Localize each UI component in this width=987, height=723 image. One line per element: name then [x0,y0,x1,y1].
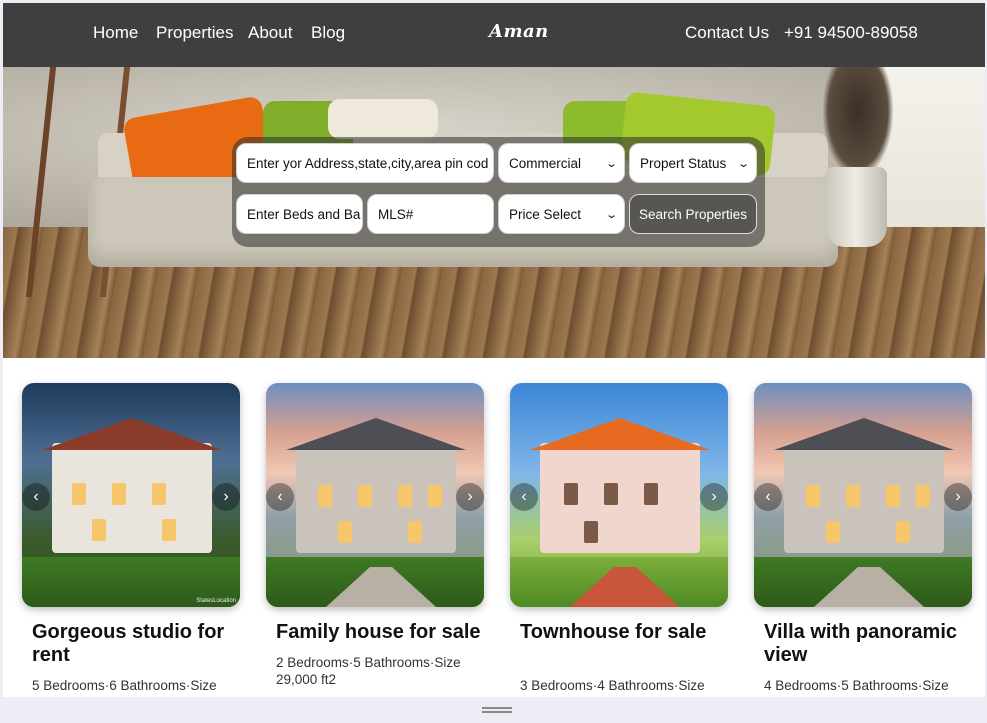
nav-phone-link[interactable]: +91 94500-89058 [784,23,918,43]
window [398,485,412,507]
listing-card[interactable]: ‹ › Family house for sale 2 Bedrooms·5 B… [266,383,484,688]
window [338,521,352,543]
chevron-right-icon[interactable]: › [212,483,240,511]
chevron-left-icon[interactable]: ‹ [754,483,782,511]
window [916,485,930,507]
nav-blog-link[interactable]: Blog [311,23,345,43]
chevron-left-icon[interactable]: ‹ [22,483,50,511]
plant-pot [825,167,887,247]
beds-baths-input[interactable]: Enter Beds and Ba [236,194,363,234]
property-status-value: Propert Status [640,155,727,171]
window [408,521,422,543]
house-roof [530,418,710,450]
search-properties-button[interactable]: Search Properties [629,194,757,234]
address-input[interactable]: Enter yor Address,state,city,area pin co… [236,143,494,183]
nav-home-link[interactable]: Home [93,23,138,43]
window [644,483,658,505]
hero-banner: Enter yor Address,state,city,area pin co… [3,67,985,358]
bottom-bar [3,697,985,723]
window [584,521,598,543]
window [92,519,106,541]
house-roof [774,418,954,450]
property-status-select[interactable]: Propert Status ⌄ [629,143,757,183]
window [886,485,900,507]
brand-logo[interactable]: Aman [489,21,549,42]
beds-baths-placeholder: Enter Beds and Ba [247,206,361,222]
window [846,485,860,507]
listing-title[interactable]: Townhouse for sale [520,621,725,644]
price-value: Price Select [509,206,582,222]
listing-title[interactable]: Villa with panoramic view [764,621,969,667]
plant [823,67,893,177]
chevron-down-icon: ⌄ [604,157,618,170]
listing-card[interactable]: ‹ › StatesLocation Gorgeous studio for r… [22,383,240,711]
listing-image[interactable]: ‹ › [510,383,728,607]
window [896,521,910,543]
nav-about-link[interactable]: About [248,23,292,43]
page: Home Properties About Blog Aman Contact … [0,0,987,723]
house-illustration [296,443,456,553]
chevron-down-icon: ⌄ [736,157,750,170]
chevron-left-icon[interactable]: ‹ [266,483,294,511]
window [162,519,176,541]
address-placeholder: Enter yor Address,state,city,area pin co… [247,155,489,171]
chevron-down-icon: ⌄ [604,208,618,221]
window [318,485,332,507]
mls-placeholder: MLS# [378,206,414,222]
house-illustration [540,443,700,553]
window [806,485,820,507]
drag-handle-icon[interactable] [482,707,512,713]
nav-contact-link[interactable]: Contact Us [685,23,769,43]
window [604,483,618,505]
window [152,483,166,505]
white-pillow [328,99,438,139]
window [72,483,86,505]
house-illustration [784,443,944,553]
window [826,521,840,543]
window [112,483,126,505]
house-roof [42,418,222,450]
listing-card[interactable]: ‹ › Villa with panoramic view 4 Bedrooms… [754,383,972,711]
navbar: Home Properties About Blog Aman Contact … [3,3,985,67]
chevron-right-icon[interactable]: › [700,483,728,511]
listing-title[interactable]: Family house for sale [276,621,481,644]
chevron-left-icon[interactable]: ‹ [510,483,538,511]
listing-image[interactable]: ‹ › [754,383,972,607]
property-type-value: Commercial [509,155,582,171]
listing-image[interactable]: ‹ › [266,383,484,607]
listing-title[interactable]: Gorgeous studio for rent [32,621,237,667]
price-select[interactable]: Price Select ⌄ [498,194,625,234]
chevron-right-icon[interactable]: › [456,483,484,511]
listing-meta: 2 Bedrooms·5 Bathrooms·Size 29,000 ft2 [276,655,461,687]
house-roof [286,418,466,450]
property-type-select[interactable]: Commercial ⌄ [498,143,625,183]
image-watermark: StatesLocation [196,598,236,604]
chevron-right-icon[interactable]: › [944,483,972,511]
window [428,485,442,507]
listing-image[interactable]: ‹ › StatesLocation [22,383,240,607]
search-panel: Enter yor Address,state,city,area pin co… [232,137,765,247]
window [564,483,578,505]
house-illustration [52,443,212,553]
nav-properties-link[interactable]: Properties [156,23,233,43]
listing-card[interactable]: ‹ › Townhouse for sale 3 Bedrooms·4 Bath… [510,383,728,711]
mls-input[interactable]: MLS# [367,194,494,234]
window [358,485,372,507]
